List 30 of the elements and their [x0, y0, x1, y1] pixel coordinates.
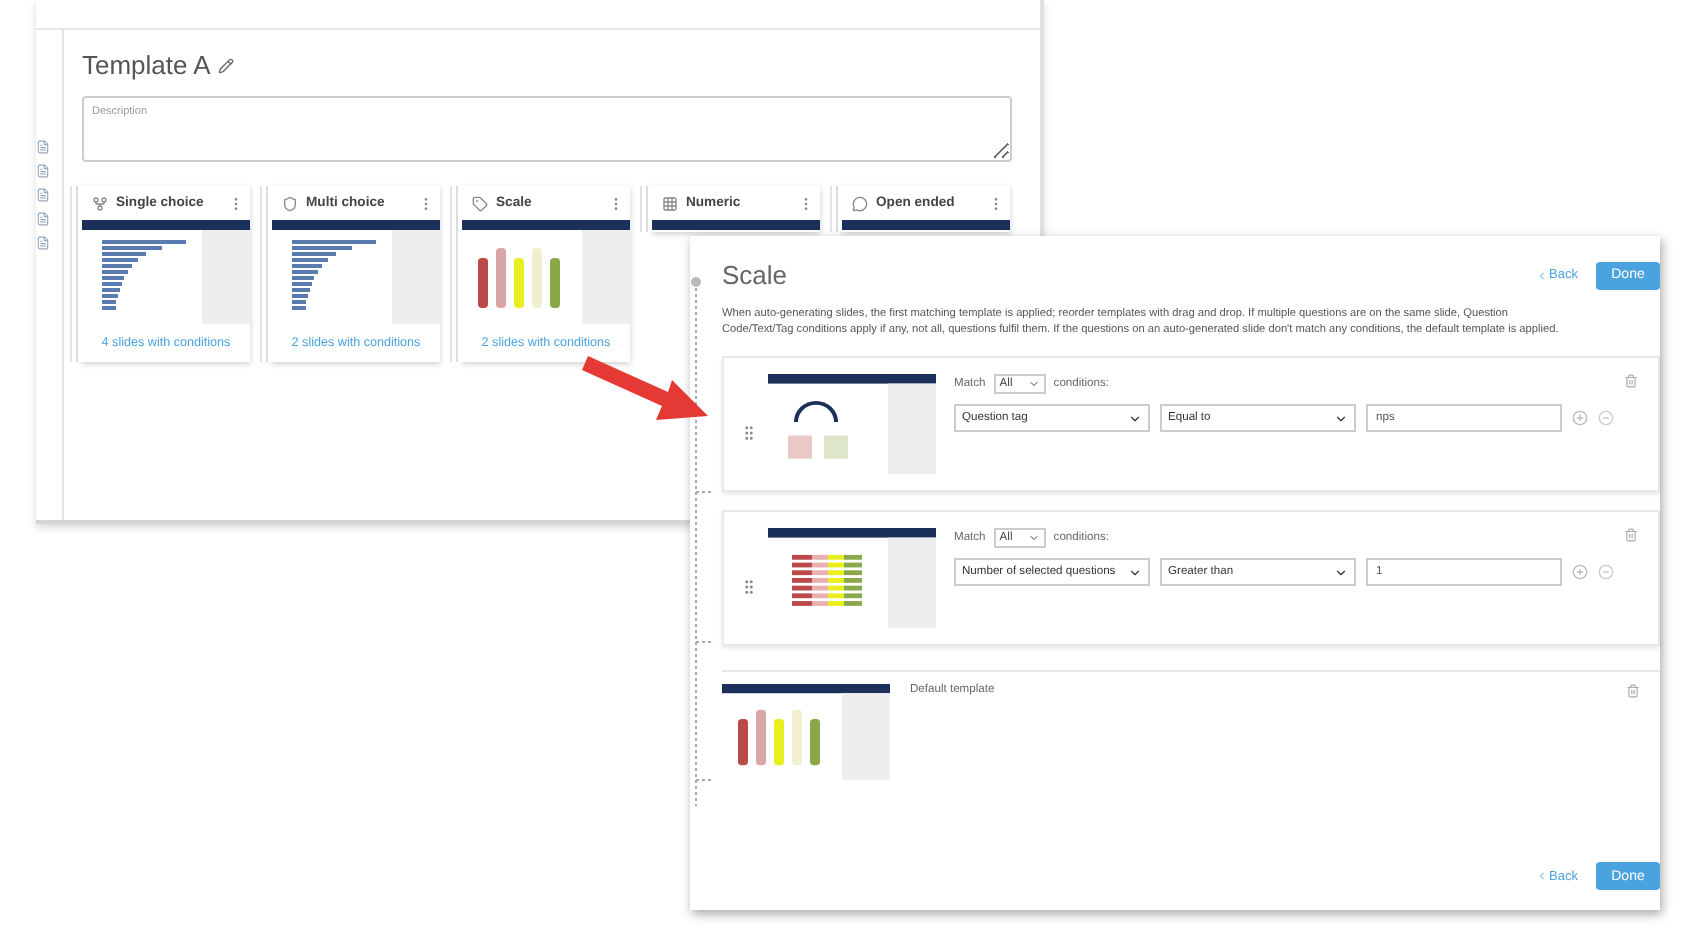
- chevron-down-icon: [1128, 565, 1142, 580]
- add-icon[interactable]: [1572, 564, 1588, 581]
- template-title: Template A: [82, 50, 211, 80]
- panel-title: Scale: [722, 260, 788, 290]
- page-icon[interactable]: [36, 212, 50, 226]
- page-icon[interactable]: [36, 164, 50, 178]
- page-icon[interactable]: [36, 188, 50, 202]
- fork-icon: [92, 195, 108, 211]
- trash-icon[interactable]: [1624, 528, 1638, 543]
- edit-icon[interactable]: [218, 57, 235, 73]
- chevron-down-icon: [1334, 565, 1348, 580]
- add-icon[interactable]: [1572, 410, 1588, 427]
- speech-bubble-icon: [852, 195, 868, 211]
- tag-icon: [472, 195, 488, 211]
- trash-icon[interactable]: [1626, 684, 1640, 699]
- drag-handle-icon[interactable]: [740, 423, 758, 442]
- trash-icon[interactable]: [1624, 374, 1638, 389]
- page-icon[interactable]: [36, 236, 50, 250]
- remove-icon[interactable]: [1598, 410, 1614, 427]
- chevron-down-icon: [1334, 411, 1348, 426]
- chevron-down-icon: [1027, 378, 1040, 391]
- remove-icon[interactable]: [1598, 564, 1614, 581]
- grid-icon: [662, 195, 678, 211]
- shield-icon: [282, 195, 298, 211]
- drag-handle-icon[interactable]: [740, 577, 758, 596]
- chevron-left-icon: [1535, 870, 1548, 882]
- chevron-down-icon: [1027, 532, 1040, 545]
- chevron-down-icon: [1128, 411, 1142, 426]
- page-icon[interactable]: [36, 140, 50, 154]
- chevron-left-icon: [1535, 269, 1548, 281]
